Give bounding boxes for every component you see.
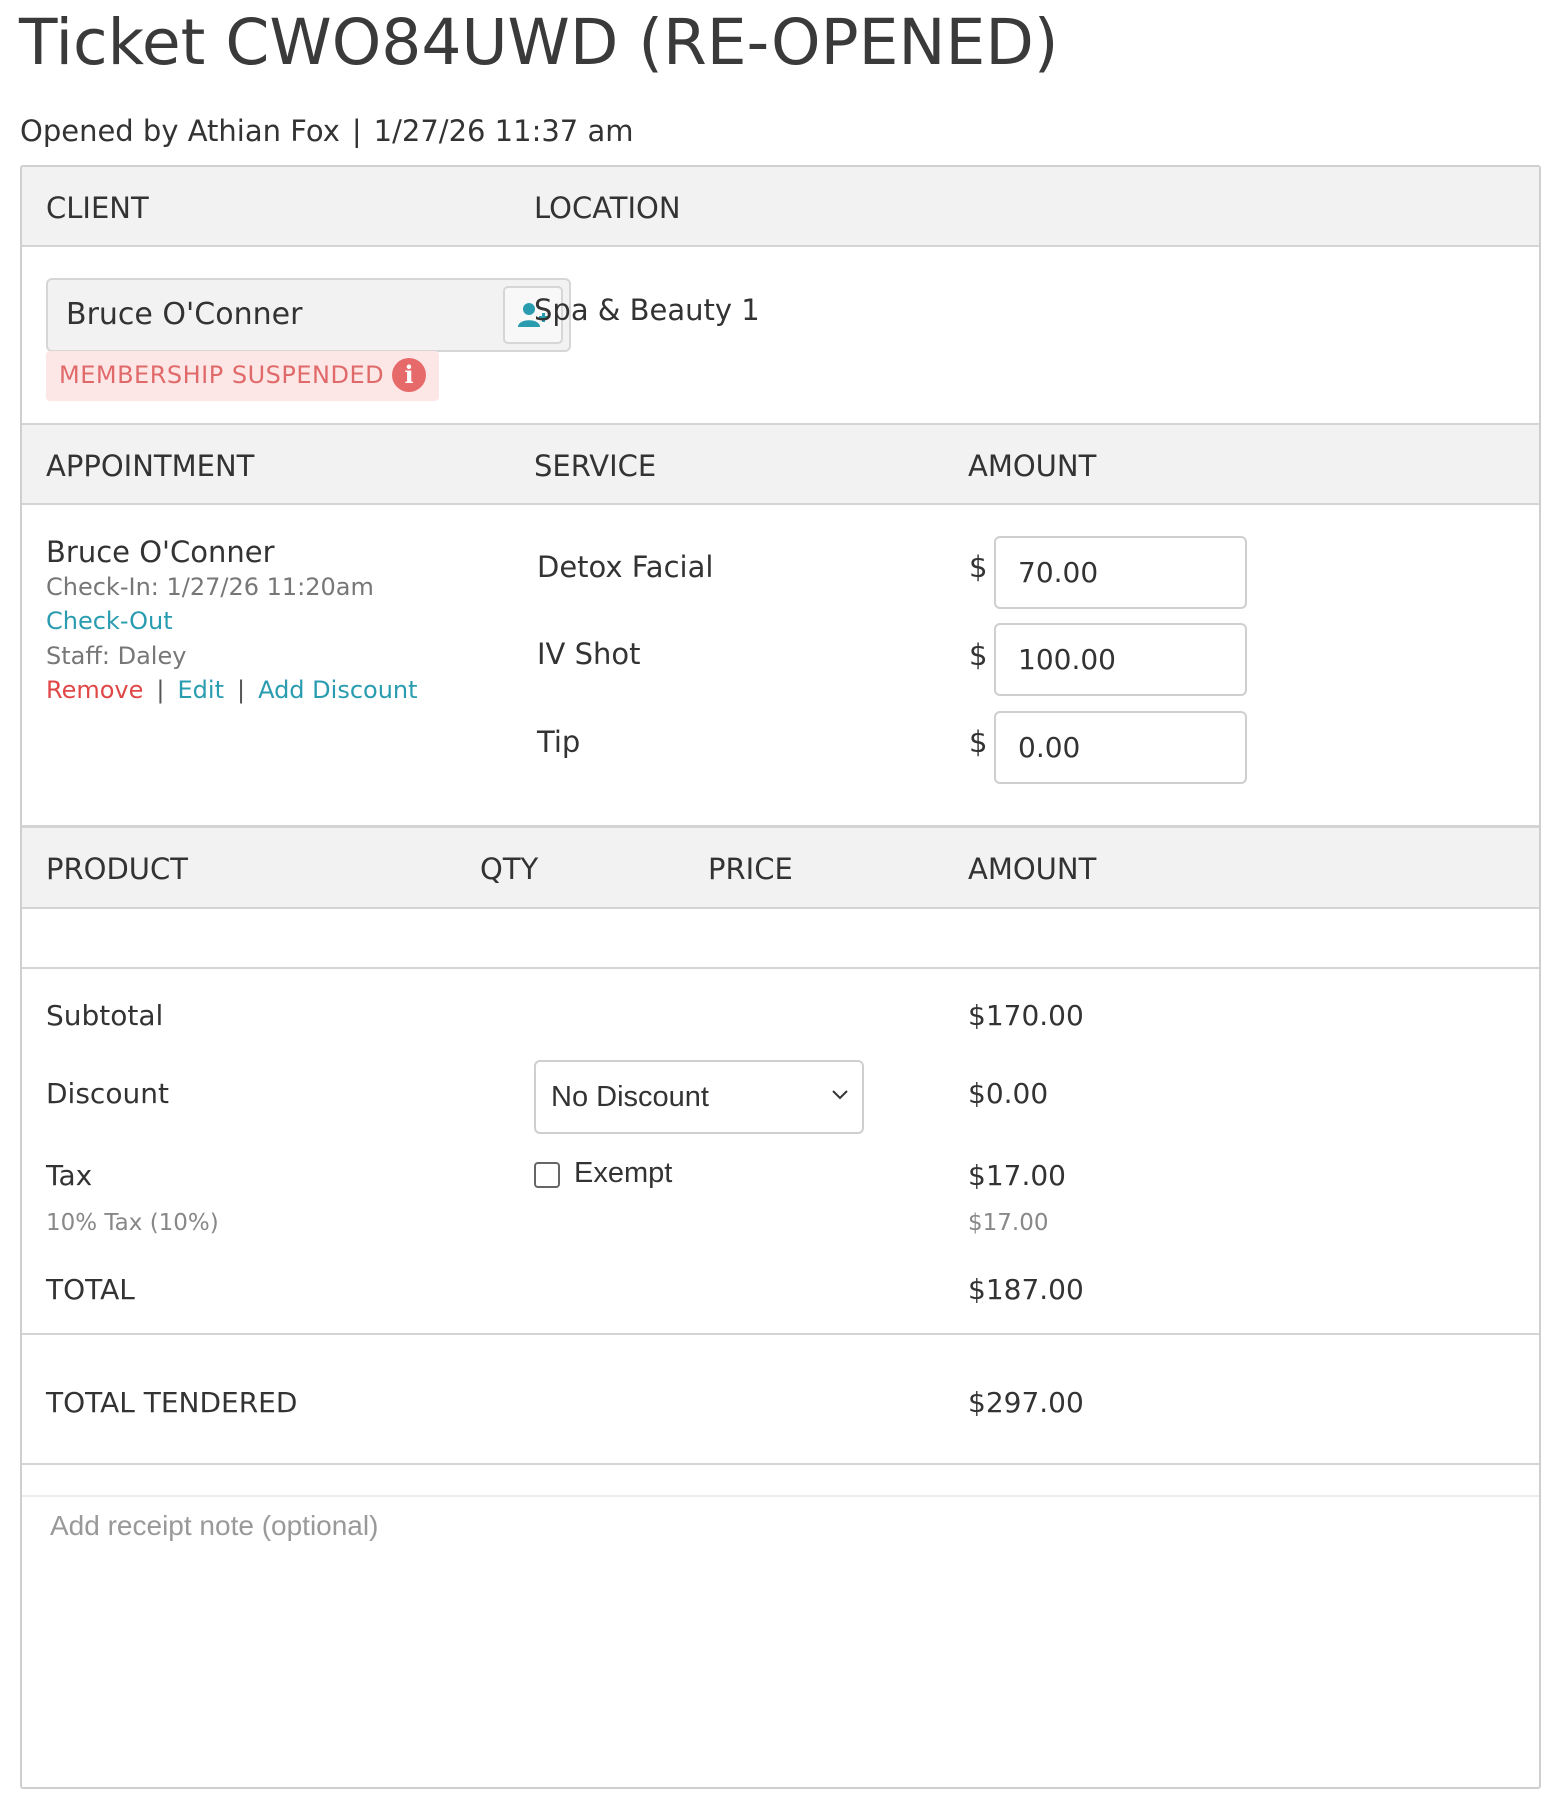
tax-value: $17.00 bbox=[968, 1159, 1066, 1192]
client-location-header: CLIENT LOCATION bbox=[22, 167, 1539, 247]
appointment-header: APPOINTMENT SERVICE AMOUNT bbox=[22, 423, 1539, 505]
tax-exempt-checkbox[interactable] bbox=[534, 1162, 560, 1188]
action-separator: | bbox=[236, 676, 246, 704]
check-out-link[interactable]: Check-Out bbox=[46, 607, 173, 635]
info-icon[interactable]: i bbox=[392, 358, 426, 392]
service-iv-shot: IV Shot bbox=[537, 637, 641, 671]
action-separator: | bbox=[156, 676, 165, 704]
service-col-header: SERVICE bbox=[534, 449, 657, 483]
membership-status-text: MEMBERSHIP SUSPENDED bbox=[59, 361, 385, 389]
total-divider bbox=[22, 1333, 1539, 1335]
total-tendered-label: TOTAL TENDERED bbox=[46, 1386, 298, 1419]
discount-value: $0.00 bbox=[968, 1077, 1049, 1110]
opened-by: Opened by Athian Fox bbox=[20, 114, 340, 148]
location-header: LOCATION bbox=[534, 191, 681, 225]
appointment-client-name: Bruce O'Conner bbox=[46, 535, 275, 569]
receipt-note-input[interactable] bbox=[22, 1495, 1539, 1555]
discount-select-value: No Discount bbox=[551, 1081, 709, 1113]
qty-col-header: QTY bbox=[480, 852, 539, 886]
total-value: $187.00 bbox=[968, 1273, 1084, 1306]
ticket-opened-info: Opened by Athian Fox | 1/27/26 11:37 am bbox=[20, 114, 634, 148]
iv-shot-amount-input[interactable] bbox=[994, 623, 1247, 696]
chevron-down-icon bbox=[832, 1090, 848, 1100]
tax-label: Tax bbox=[46, 1159, 93, 1192]
location-value: Spa & Beauty 1 bbox=[534, 293, 760, 327]
price-col-header: PRICE bbox=[708, 852, 793, 886]
membership-status-badge[interactable]: MEMBERSHIP SUSPENDED i bbox=[46, 351, 439, 401]
tendered-divider bbox=[22, 1463, 1539, 1465]
amount-col-header: AMOUNT bbox=[968, 449, 1097, 483]
product-amount-col-header: AMOUNT bbox=[968, 852, 1097, 886]
service-tip: Tip bbox=[537, 725, 581, 759]
tax-exempt-label[interactable]: Exempt bbox=[574, 1157, 672, 1190]
subtotal-value: $170.00 bbox=[968, 999, 1084, 1032]
tax-detail-value: $17.00 bbox=[968, 1210, 1049, 1236]
discount-select[interactable]: No Discount bbox=[534, 1060, 864, 1134]
detox-facial-amount-input[interactable] bbox=[994, 536, 1247, 609]
product-col-header: PRODUCT bbox=[46, 852, 188, 886]
product-list-divider bbox=[22, 967, 1539, 969]
total-tendered-value: $297.00 bbox=[968, 1386, 1084, 1419]
appointment-col-header: APPOINTMENT bbox=[46, 449, 255, 483]
currency-symbol: $ bbox=[969, 550, 988, 584]
client-header: CLIENT bbox=[46, 191, 149, 225]
total-label: TOTAL bbox=[46, 1273, 135, 1306]
product-header: PRODUCT QTY PRICE AMOUNT bbox=[22, 825, 1539, 909]
edit-link[interactable]: Edit bbox=[178, 676, 224, 704]
check-in-time: Check-In: 1/27/26 11:20am bbox=[46, 573, 374, 601]
tax-detail-label: 10% Tax (10%) bbox=[46, 1210, 219, 1236]
appointment-actions: Remove | Edit | Add Discount bbox=[46, 676, 418, 704]
remove-link[interactable]: Remove bbox=[46, 676, 143, 704]
discount-label: Discount bbox=[46, 1077, 169, 1110]
client-field[interactable]: Bruce O'Conner bbox=[46, 278, 571, 352]
service-detox-facial: Detox Facial bbox=[537, 550, 714, 584]
opened-at: 1/27/26 11:37 am bbox=[373, 114, 634, 148]
staff-name: Staff: Daley bbox=[46, 642, 187, 670]
subtitle-separator: | bbox=[351, 114, 362, 148]
add-discount-link[interactable]: Add Discount bbox=[258, 676, 417, 704]
ticket-panel: CLIENT LOCATION Bruce O'Conner MEMBERSHI… bbox=[20, 165, 1541, 1789]
tip-amount-input[interactable] bbox=[994, 711, 1247, 784]
currency-symbol: $ bbox=[969, 638, 988, 672]
currency-symbol: $ bbox=[969, 725, 988, 759]
subtotal-label: Subtotal bbox=[46, 999, 164, 1032]
client-name: Bruce O'Conner bbox=[66, 297, 303, 332]
page-title: Ticket CWO84UWD (RE-OPENED) bbox=[19, 6, 1059, 79]
